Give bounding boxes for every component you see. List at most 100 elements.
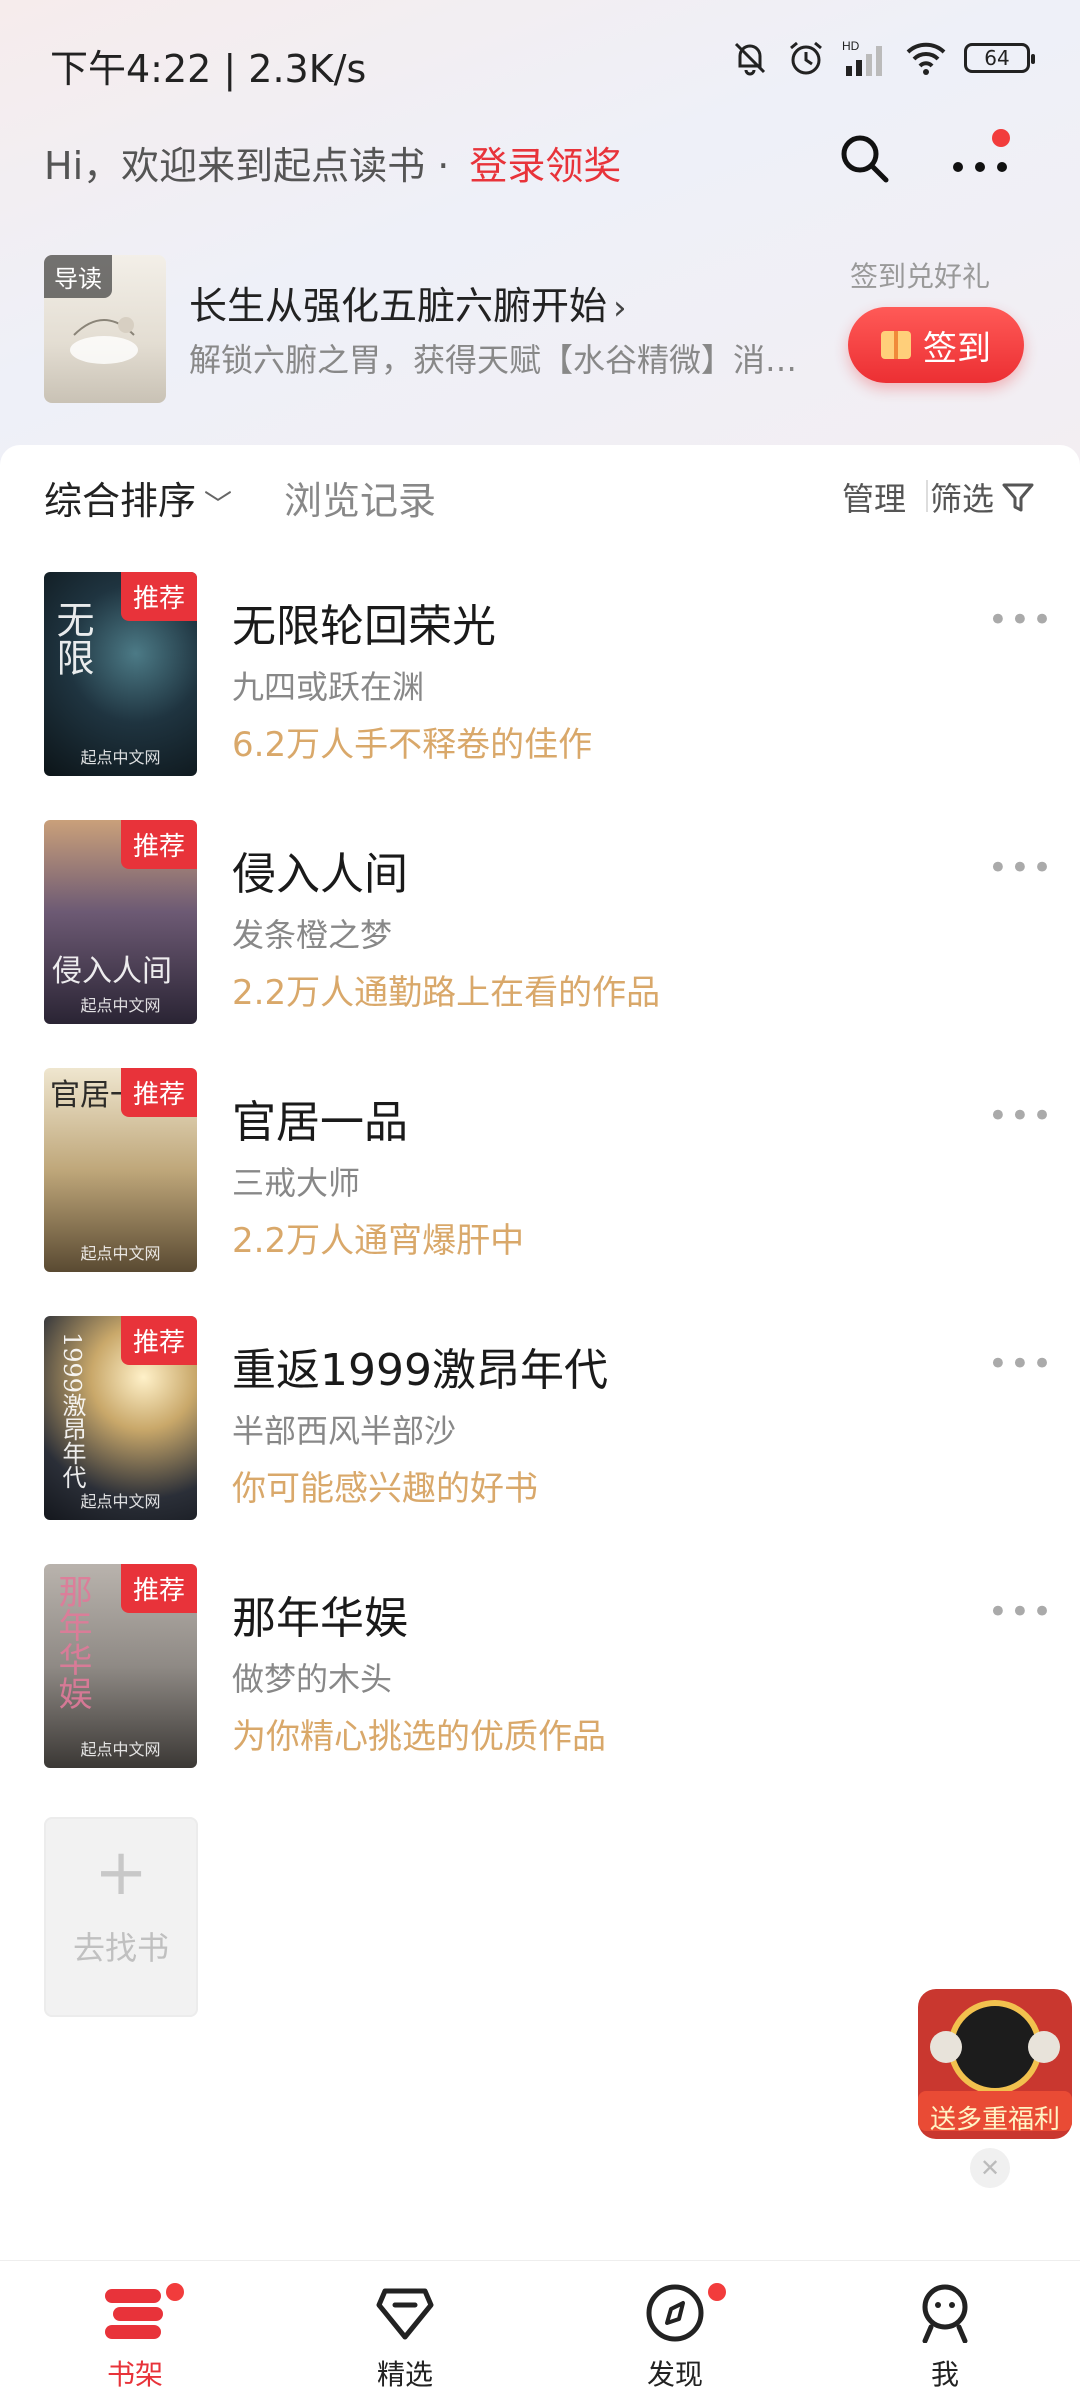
person-icon — [922, 2284, 968, 2343]
recommend-description: 解锁六腑之胃，获得天赋【水谷精微】消… — [189, 341, 798, 379]
recommend-title-text: 长生从强化五脏六腑开始 — [189, 284, 608, 328]
bell-muted-icon — [734, 42, 766, 76]
more-options-icon[interactable]: ••• — [988, 1096, 1054, 1136]
book-note: 2.2万人通勤路上在看的作品 — [232, 973, 661, 1013]
book-cover[interactable]: 那年华娱 推荐 起点中文网 — [44, 1564, 197, 1768]
close-icon[interactable]: ✕ — [970, 2148, 1010, 2188]
cover-title: 那年华娱 — [52, 1574, 92, 1710]
book-item[interactable]: 侵入人间 推荐 起点中文网 侵入人间 发条橙之梦 2.2万人通勤路上在看的作品 … — [44, 820, 1052, 1024]
promo-text: 送多重福利 — [929, 2105, 1060, 2135]
battery-icon: 64 — [964, 43, 1035, 73]
tab-label: 精选 — [376, 2358, 433, 2391]
filter-label: 筛选 — [929, 480, 994, 518]
tab-discover[interactable]: 发现 — [540, 2261, 810, 2401]
book-title: 官居一品 — [232, 1097, 408, 1148]
book-note: 2.2万人通宵爆肝中 — [232, 1221, 525, 1261]
tab-bookshelf[interactable]: 书架 — [0, 2261, 270, 2401]
book-cover[interactable]: 1999激昂年代 推荐 起点中文网 — [44, 1316, 197, 1520]
greeting-row: Hi，欢迎来到起点读书 · 登录领奖 — [44, 129, 1044, 195]
filter-button[interactable]: 筛选 — [930, 474, 1036, 520]
book-title: 那年华娱 — [232, 1593, 408, 1644]
recommend-badge: 推荐 — [120, 1316, 197, 1365]
recommend-badge: 推荐 — [120, 1564, 197, 1613]
battery-level: 64 — [984, 46, 1010, 70]
shelf-toolbar: 综合排序 ﹀ 浏览记录 管理 筛选 — [44, 470, 1036, 530]
book-author: 半部西风半部沙 — [232, 1412, 457, 1450]
tab-me[interactable]: 我 — [810, 2261, 1080, 2401]
book-note: 你可能感兴趣的好书 — [232, 1469, 538, 1509]
tab-featured[interactable]: 精选 — [270, 2261, 540, 2401]
notification-dot — [166, 2283, 184, 2301]
book-author: 做梦的木头 — [232, 1660, 393, 1698]
promo-floating-badge[interactable]: 送多重福利 — [910, 1975, 1080, 2145]
recommend-card[interactable]: 导读 长生从强化五脏六腑开始 › 解锁六腑之胃，获得天赋【水谷精微】消… 签到兑好… — [44, 255, 1044, 405]
book-note: 6.2万人手不释卷的佳作 — [232, 725, 593, 765]
book-cover[interactable]: 无限 推荐 起点中文网 — [44, 572, 197, 776]
status-bar: 下午4:22 | 2.3K/s HD 64 — [0, 30, 1080, 98]
filter-icon — [1002, 483, 1034, 512]
tab-label: 书架 — [106, 2358, 163, 2391]
signin-label: 签到 — [923, 328, 991, 369]
recommend-title[interactable]: 长生从强化五脏六腑开始 › — [189, 275, 627, 330]
bottom-tab-bar: 书架 精选 发现 我 — [0, 2260, 1080, 2401]
recommend-badge: 推荐 — [120, 1068, 197, 1117]
more-options-icon[interactable]: ••• — [988, 600, 1054, 640]
recommend-badge: 推荐 — [120, 572, 197, 621]
book-title: 重返1999激昂年代 — [232, 1345, 608, 1396]
more-options-icon[interactable]: ••• — [988, 1592, 1054, 1632]
svg-text:HD: HD — [842, 39, 860, 53]
compass-icon — [646, 2284, 704, 2342]
book-cover[interactable]: 官居一品 推荐 起点中文网 — [44, 1068, 197, 1272]
cover-brand: 起点中文网 — [80, 996, 161, 1015]
history-tab[interactable]: 浏览记录 — [284, 470, 436, 525]
signal-icon: HD — [842, 39, 882, 76]
greeting-label: Hi，欢迎来到起点读书 · — [44, 144, 450, 188]
greeting-text: Hi，欢迎来到起点读书 · 登录领奖 — [44, 135, 1044, 190]
cover-title: 侵入人间 — [52, 954, 172, 989]
alarm-icon — [790, 41, 822, 75]
more-button[interactable] — [950, 129, 1010, 195]
search-button[interactable] — [836, 130, 892, 190]
gift-icon — [881, 331, 911, 359]
notification-dot — [708, 2283, 726, 2301]
cover-brand: 起点中文网 — [80, 1740, 161, 1759]
more-options-icon[interactable]: ••• — [988, 1344, 1054, 1384]
book-author: 九四或跃在渊 — [232, 668, 425, 706]
book-item[interactable]: 无限 推荐 起点中文网 无限轮回荣光 九四或跃在渊 6.2万人手不释卷的佳作 •… — [44, 572, 1052, 776]
bookshelf-icon — [105, 2289, 163, 2339]
plus-icon: + — [94, 1836, 148, 1910]
search-icon — [841, 135, 889, 183]
signin-button[interactable]: 签到 — [848, 307, 1024, 383]
find-books-label: 去找书 — [72, 1929, 169, 1967]
toolbar-divider — [926, 480, 928, 512]
recommend-badge: 推荐 — [120, 820, 197, 869]
book-author: 三戒大师 — [232, 1164, 361, 1202]
manage-button[interactable]: 管理 — [842, 474, 906, 520]
tab-label: 发现 — [646, 2358, 703, 2391]
more-options-icon[interactable]: ••• — [988, 848, 1054, 888]
cover-title: 无限 — [50, 600, 94, 676]
cover-tag: 导读 — [44, 255, 112, 298]
cover-brand: 起点中文网 — [80, 748, 161, 767]
notification-dot — [992, 129, 1010, 147]
book-item[interactable]: 1999激昂年代 推荐 起点中文网 重返1999激昂年代 半部西风半部沙 你可能… — [44, 1316, 1052, 1520]
sort-label: 综合排序 — [44, 479, 197, 523]
sort-dropdown[interactable]: 综合排序 ﹀ — [44, 470, 232, 525]
find-books-button[interactable]: + 去找书 — [44, 1817, 198, 2017]
cover-brand: 起点中文网 — [80, 1244, 161, 1263]
book-title: 无限轮回荣光 — [232, 601, 496, 652]
diamond-icon — [376, 2288, 434, 2340]
signin-caption: 签到兑好礼 — [849, 260, 990, 293]
book-note: 为你精心挑选的优质作品 — [232, 1717, 606, 1757]
recommend-cover[interactable]: 导读 — [44, 255, 166, 403]
wifi-icon — [906, 42, 946, 75]
login-link[interactable]: 登录领奖 — [469, 144, 621, 188]
book-cover[interactable]: 侵入人间 推荐 起点中文网 — [44, 820, 197, 1024]
tab-label: 我 — [930, 2358, 959, 2391]
book-item[interactable]: 那年华娱 推荐 起点中文网 那年华娱 做梦的木头 为你精心挑选的优质作品 ••• — [44, 1564, 1052, 1768]
book-title: 侵入人间 — [232, 849, 408, 900]
book-author: 发条橙之梦 — [232, 916, 393, 954]
book-item[interactable]: 官居一品 推荐 起点中文网 官居一品 三戒大师 2.2万人通宵爆肝中 ••• — [44, 1068, 1052, 1272]
cover-brand: 起点中文网 — [80, 1492, 161, 1511]
cover-title: 1999激昂年代 — [58, 1332, 86, 1490]
